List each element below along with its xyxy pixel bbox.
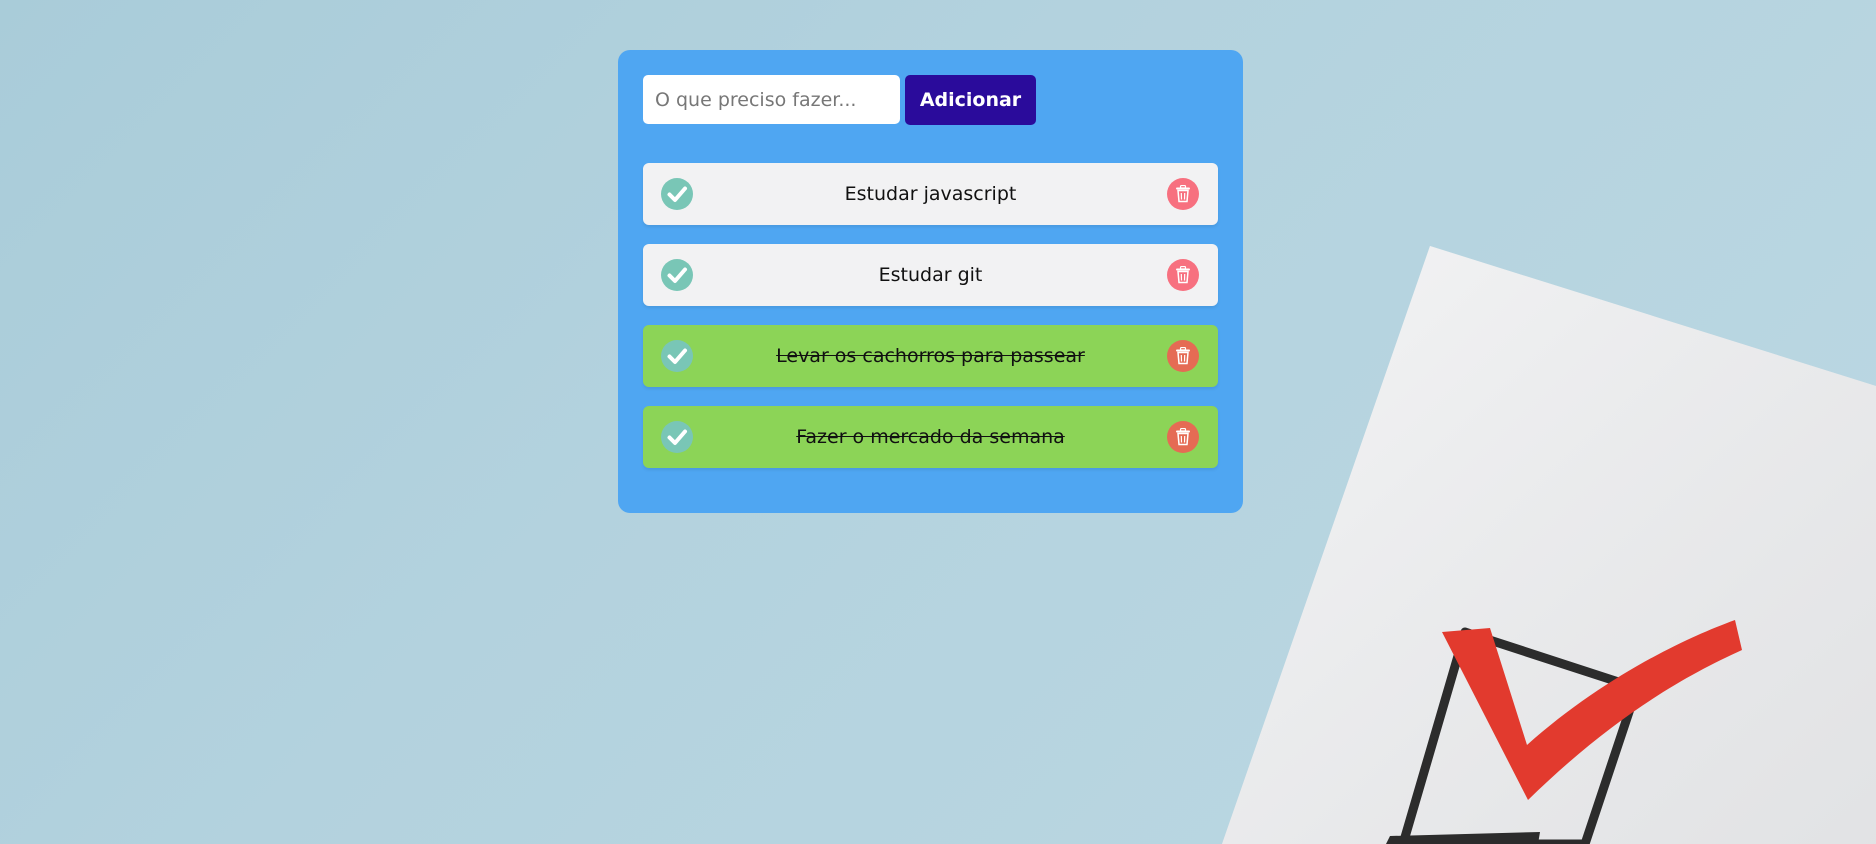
delete-task-button[interactable] bbox=[1167, 178, 1199, 210]
task-text: Estudar git bbox=[878, 264, 983, 286]
check-circle-icon[interactable] bbox=[661, 340, 693, 372]
task-item-completed: Fazer o mercado da semana bbox=[643, 406, 1218, 468]
delete-task-button[interactable] bbox=[1167, 421, 1199, 453]
task-item-completed: Levar os cachorros para passear bbox=[643, 325, 1218, 387]
task-text: Fazer o mercado da semana bbox=[796, 426, 1065, 448]
task-item: Estudar javascript bbox=[643, 163, 1218, 225]
trash-icon bbox=[1176, 347, 1190, 365]
task-text: Levar os cachorros para passear bbox=[776, 345, 1085, 367]
task-item: Estudar git bbox=[643, 244, 1218, 306]
check-circle-icon[interactable] bbox=[661, 259, 693, 291]
add-task-row: Adicionar bbox=[643, 75, 1036, 125]
new-task-input[interactable] bbox=[643, 75, 900, 124]
add-task-button[interactable]: Adicionar bbox=[905, 75, 1036, 125]
app-page: Adicionar Estudar javascript bbox=[0, 0, 1876, 844]
trash-icon bbox=[1176, 185, 1190, 203]
task-text: Estudar javascript bbox=[844, 183, 1017, 205]
task-list: Estudar javascript Estudar git Levar os … bbox=[643, 163, 1218, 487]
check-circle-icon[interactable] bbox=[661, 421, 693, 453]
trash-icon bbox=[1176, 266, 1190, 284]
todo-card: Adicionar Estudar javascript bbox=[618, 50, 1243, 513]
delete-task-button[interactable] bbox=[1167, 259, 1199, 291]
trash-icon bbox=[1176, 428, 1190, 446]
check-circle-icon[interactable] bbox=[661, 178, 693, 210]
delete-task-button[interactable] bbox=[1167, 340, 1199, 372]
